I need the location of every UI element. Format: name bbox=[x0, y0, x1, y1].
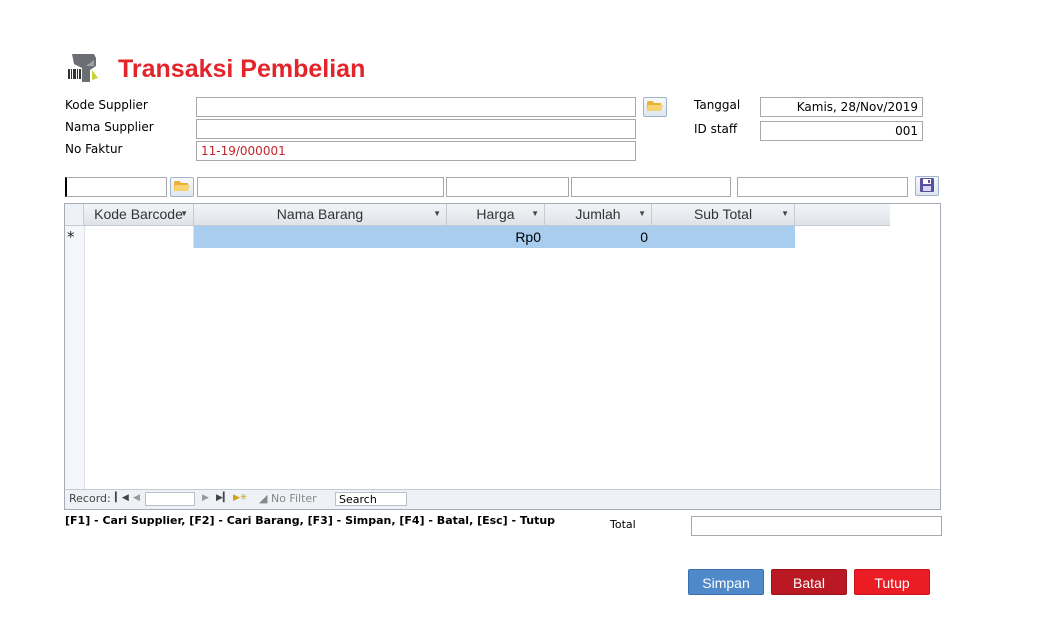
column-header-sub-total[interactable]: Sub Total ▼ bbox=[652, 204, 795, 226]
kode-supplier-label: Kode Supplier bbox=[65, 98, 148, 112]
id-staff-label: ID staff bbox=[694, 122, 738, 136]
no-faktur-input[interactable]: 11-19/000001 bbox=[196, 141, 636, 161]
column-header-label: Kode Barcode bbox=[94, 206, 183, 222]
cell-sub-total[interactable] bbox=[652, 226, 795, 248]
chevron-down-icon[interactable]: ▼ bbox=[180, 204, 188, 224]
browse-item-button[interactable] bbox=[170, 177, 194, 197]
kode-supplier-input[interactable] bbox=[196, 97, 636, 117]
browse-supplier-button[interactable] bbox=[643, 97, 667, 117]
folder-icon bbox=[647, 100, 663, 115]
record-selector-column[interactable] bbox=[65, 204, 85, 491]
subtotal-entry-input[interactable] bbox=[737, 177, 908, 197]
page-title: Transaksi Pembelian bbox=[118, 55, 366, 83]
chevron-down-icon[interactable]: ▼ bbox=[638, 204, 646, 224]
shortcut-hint: [F1] - Cari Supplier, [F2] - Cari Barang… bbox=[65, 514, 556, 527]
tutup-button[interactable]: Tutup bbox=[854, 569, 930, 595]
total-label: Total bbox=[610, 518, 636, 531]
chevron-down-icon[interactable]: ▼ bbox=[781, 204, 789, 224]
jumlah-entry-input[interactable] bbox=[571, 177, 731, 197]
column-header-harga[interactable]: Harga ▼ bbox=[447, 204, 545, 226]
chevron-down-icon[interactable]: ▼ bbox=[531, 204, 539, 224]
simpan-button[interactable]: Simpan bbox=[688, 569, 764, 595]
cell-jumlah[interactable]: 0 bbox=[545, 226, 652, 248]
new-record-icon[interactable]: ▶✳ bbox=[233, 493, 247, 503]
search-input[interactable]: Search bbox=[335, 492, 407, 506]
nama-supplier-input[interactable] bbox=[196, 119, 636, 139]
cell-kode-barcode[interactable] bbox=[84, 226, 194, 248]
record-label: Record: bbox=[69, 492, 111, 505]
harga-entry-input[interactable] bbox=[446, 177, 569, 197]
no-filter-indicator[interactable]: ◢ No Filter bbox=[259, 492, 317, 505]
column-header-label: Jumlah bbox=[575, 206, 621, 222]
select-all-corner[interactable] bbox=[65, 204, 84, 226]
cell-nama-barang[interactable] bbox=[194, 226, 447, 248]
column-header-label: Nama Barang bbox=[276, 206, 364, 222]
add-item-button[interactable] bbox=[915, 176, 939, 196]
next-record-icon[interactable]: ▶ bbox=[202, 493, 209, 503]
previous-record-icon[interactable]: ◀ bbox=[133, 493, 140, 503]
column-header-label: Sub Total bbox=[693, 206, 753, 222]
tanggal-input[interactable]: Kamis, 28/Nov/2019 bbox=[760, 97, 923, 117]
batal-button[interactable]: Batal bbox=[771, 569, 847, 595]
column-header-label: Harga bbox=[476, 206, 515, 222]
column-header-jumlah[interactable]: Jumlah ▼ bbox=[545, 204, 652, 226]
new-record-marker: * bbox=[67, 228, 75, 246]
last-record-icon[interactable]: ▶▎ bbox=[216, 493, 230, 503]
column-header-empty bbox=[795, 204, 890, 226]
cell-harga[interactable]: Rp0 bbox=[447, 226, 545, 248]
chevron-down-icon[interactable]: ▼ bbox=[433, 204, 441, 224]
barcode-scanner-icon bbox=[66, 52, 102, 84]
current-record-input[interactable] bbox=[145, 492, 195, 506]
filter-icon: ◢ bbox=[259, 492, 268, 505]
nama-barang-entry-input[interactable] bbox=[197, 177, 444, 197]
items-datasheet[interactable]: Kode Barcode ▼ Nama Barang ▼ Harga ▼ Jum… bbox=[64, 203, 941, 510]
record-navigation-bar: Record: ▎◀ ◀ ▶ ▶▎ ▶✳ ◢ No Filter Search bbox=[65, 489, 940, 509]
column-header-nama-barang[interactable]: Nama Barang ▼ bbox=[194, 204, 447, 226]
id-staff-input[interactable]: 001 bbox=[760, 121, 923, 141]
no-faktur-label: No Faktur bbox=[65, 142, 123, 156]
tanggal-label: Tanggal bbox=[694, 98, 741, 112]
column-header-kode-barcode[interactable]: Kode Barcode ▼ bbox=[84, 204, 194, 226]
nama-supplier-label: Nama Supplier bbox=[65, 120, 154, 134]
total-input[interactable] bbox=[691, 516, 942, 536]
save-disk-icon bbox=[920, 177, 934, 195]
first-record-icon[interactable]: ▎◀ bbox=[115, 493, 129, 503]
folder-icon bbox=[174, 180, 190, 195]
barcode-entry-input[interactable] bbox=[65, 177, 167, 197]
